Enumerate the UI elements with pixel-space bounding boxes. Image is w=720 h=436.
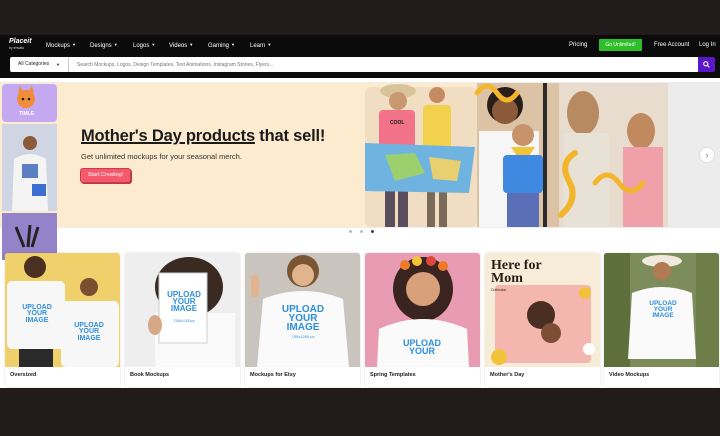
logo-sub: by envato <box>9 46 25 50</box>
chevron-down-icon: ▼ <box>151 42 156 47</box>
login-link[interactable]: Log In <box>699 41 716 49</box>
category-card-video-mockups[interactable]: UPLOAD YOUR IMAGE Video Mockups <box>604 253 719 387</box>
chevron-down-icon: ▼ <box>267 42 272 47</box>
carousel-dot-2[interactable] <box>360 230 363 233</box>
category-card-mothers-day[interactable]: Here for Mom Collection Mother's Day <box>485 253 600 387</box>
card-label: Video Mockups <box>609 372 650 378</box>
nav-item-designs[interactable]: Designs ▼ <box>90 41 118 50</box>
card-label: Book Mockups <box>130 372 170 378</box>
nav-item-videos[interactable]: Videos ▼ <box>169 41 193 50</box>
placeit-logo[interactable]: Placeit by envato <box>9 38 37 53</box>
upload-placeholder-text: UPLOAD YOUR IMAGE <box>649 300 677 319</box>
upload-placeholder-text: UPLOAD YOUR <box>403 338 441 357</box>
hero-title: Mother's Day products that sell! <box>81 127 325 146</box>
hero-photo-image <box>365 83 668 227</box>
chevron-down-icon: ▼ <box>189 42 194 47</box>
nav-item-label: Learn <box>250 43 266 49</box>
side-tile-tshirt <box>2 124 57 211</box>
nav-item-label: Logos <box>133 43 150 49</box>
side-tile-sticker: TIMLE <box>2 84 57 122</box>
free-account-link[interactable]: Free Account <box>654 41 689 49</box>
mothers-day-art-sub: Collection <box>491 288 507 292</box>
hero-title-underlined: Mother's Day products <box>81 127 255 145</box>
chevron-down-icon: ▼ <box>113 42 118 47</box>
chevron-down-icon: ▼ <box>72 42 76 47</box>
card-label: Oversized <box>10 372 37 378</box>
upload-placeholder-text: UPLOAD YOUR IMAGE <box>74 322 104 342</box>
mothers-day-art-title: Here for Mom <box>491 258 542 286</box>
category-card-oversized[interactable]: UPLOAD YOUR IMAGE UPLOAD YOUR IMAGE Oversize… <box>5 253 120 387</box>
card-label: Spring Templates <box>370 372 416 378</box>
upload-placeholder-text: UPLOAD YOUR IMAGE <box>281 304 325 333</box>
logo-main: Placeit <box>9 38 32 45</box>
category-select-value: All Categories <box>18 61 50 67</box>
nav-item-label: Videos <box>169 43 188 49</box>
category-card-mockups-for-etsy[interactable]: UPLOAD YOUR IMAGE 750x1260 px Mockups for … <box>245 253 360 387</box>
category-card-book-mockups[interactable]: UPLOAD YOUR IMAGE 750x1100px Book Mockups <box>125 253 240 387</box>
side-tile-text: TIMLE <box>19 111 34 117</box>
upload-size-text: 750x1100px <box>173 318 195 323</box>
next-slide-arrow-icon[interactable]: › <box>699 147 715 163</box>
man-tshirt-image <box>2 124 57 211</box>
upload-size-text: 750x1260 px <box>291 334 315 339</box>
carousel-dot-1[interactable] <box>349 230 352 233</box>
nav-item-gaming[interactable]: Gaming ▼ <box>208 41 235 50</box>
card-label: Mother's Day <box>490 372 525 378</box>
category-card-spring-templates[interactable]: UPLOAD YOUR Spring Templates <box>365 253 480 387</box>
nav-item-label: Gaming <box>208 43 230 49</box>
search-bar: All Categories ▼ <box>0 55 720 78</box>
nav-item-label: Designs <box>90 43 112 49</box>
go-unlimited-button[interactable]: Go Unlimited! <box>599 39 642 51</box>
shirt-text: COOL <box>390 120 405 126</box>
hero-photo-collage: COOL <box>365 83 668 227</box>
search-button[interactable] <box>698 57 715 72</box>
hero-subtitle: Get unlimited mockups for your seasonal … <box>81 152 242 161</box>
start-creating-button[interactable]: Start Creating! <box>80 168 131 183</box>
chevron-down-icon: ▼ <box>231 42 235 47</box>
top-nav: Placeit by envato Mockups ▼ Designs ▼ Logo… <box>0 35 720 55</box>
search-input[interactable] <box>69 57 698 72</box>
nav-item-label: Mockups <box>46 43 71 49</box>
card-label: Mockups for Etsy <box>250 372 296 378</box>
chevron-down-icon: ▼ <box>56 62 60 67</box>
nav-item-mockups[interactable]: Mockups ▼ <box>46 41 76 50</box>
search-icon <box>703 61 710 68</box>
hero-title-rest: that sell! <box>254 127 326 145</box>
category-select[interactable]: All Categories ▼ <box>10 57 69 72</box>
nav-item-learn[interactable]: Learn ▼ <box>250 41 271 50</box>
nav-pricing-link[interactable]: Pricing <box>569 41 587 49</box>
upload-placeholder-text: UPLOAD YOUR IMAGE <box>167 290 201 314</box>
upload-placeholder-text: UPLOAD YOUR IMAGE <box>22 304 52 324</box>
page: Placeit by envato Mockups ▼ Designs ▼ Logo… <box>0 35 720 388</box>
carousel-dot-3-active[interactable] <box>371 230 374 233</box>
nav-item-logos[interactable]: Logos ▼ <box>133 41 155 50</box>
